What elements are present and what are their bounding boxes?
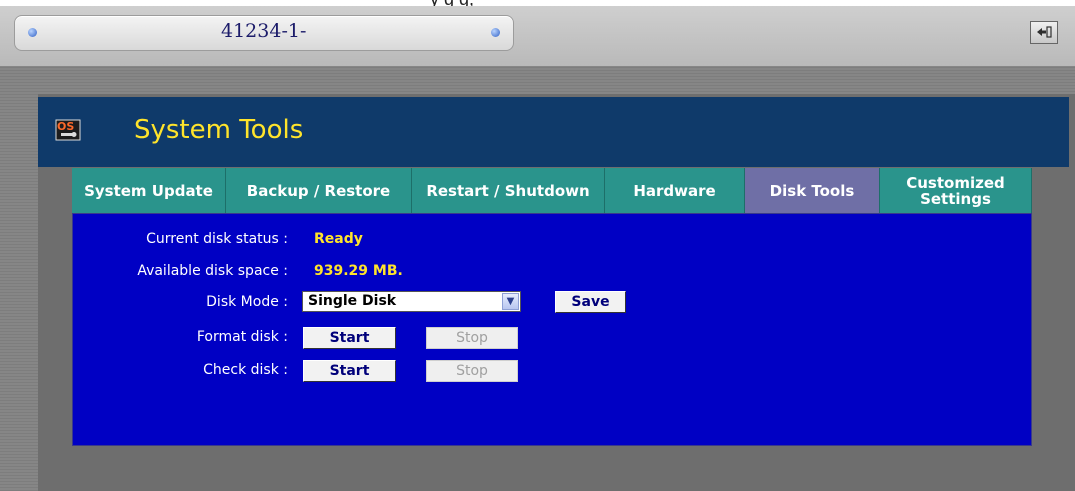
disk-mode-selected-value: Single Disk: [308, 293, 397, 309]
disk-status-value: Ready: [314, 231, 363, 247]
chevron-down-icon[interactable]: ▼: [502, 293, 519, 310]
tab-restart-shutdown[interactable]: Restart / Shutdown: [412, 168, 605, 213]
logout-icon: [1037, 26, 1052, 38]
save-button[interactable]: Save: [555, 291, 626, 313]
tab-customized-settings[interactable]: Customized Settings: [880, 168, 1032, 213]
tab-hardware[interactable]: Hardware: [605, 168, 745, 213]
page-title: System Tools: [134, 115, 304, 145]
tab-backup-restore[interactable]: Backup / Restore: [226, 168, 412, 213]
disk-space-label: Available disk space :: [137, 263, 288, 279]
plate-dot-left-icon: [28, 28, 37, 37]
system-tools-icon: OS: [55, 119, 81, 141]
format-start-button[interactable]: Start: [303, 327, 396, 349]
disk-mode-label: Disk Mode :: [206, 294, 288, 310]
device-name: 41234-1-: [221, 20, 307, 42]
logout-button[interactable]: [1030, 21, 1058, 44]
device-header: 41234-1-: [0, 6, 1075, 66]
plate-dot-right-icon: [491, 28, 500, 37]
tab-bar: System Update Backup / Restore Restart /…: [72, 168, 1032, 213]
format-stop-button[interactable]: Stop: [426, 327, 518, 349]
check-disk-label: Check disk :: [203, 362, 288, 378]
check-start-button[interactable]: Start: [303, 360, 396, 382]
tab-disk-tools[interactable]: Disk Tools: [745, 168, 880, 213]
check-stop-button[interactable]: Stop: [426, 360, 518, 382]
device-name-plate: 41234-1-: [14, 15, 514, 51]
disk-mode-select[interactable]: Single Disk ▼: [302, 291, 521, 312]
format-disk-label: Format disk :: [196, 329, 288, 345]
disk-space-value: 939.29 MB.: [314, 263, 403, 279]
svg-text:OS: OS: [57, 120, 74, 133]
tab-system-update[interactable]: System Update: [72, 168, 226, 213]
disk-tools-panel: Current disk status : Ready Available di…: [72, 213, 1032, 446]
disk-status-label: Current disk status :: [146, 231, 288, 247]
page-banner: OS System Tools: [38, 97, 1069, 167]
